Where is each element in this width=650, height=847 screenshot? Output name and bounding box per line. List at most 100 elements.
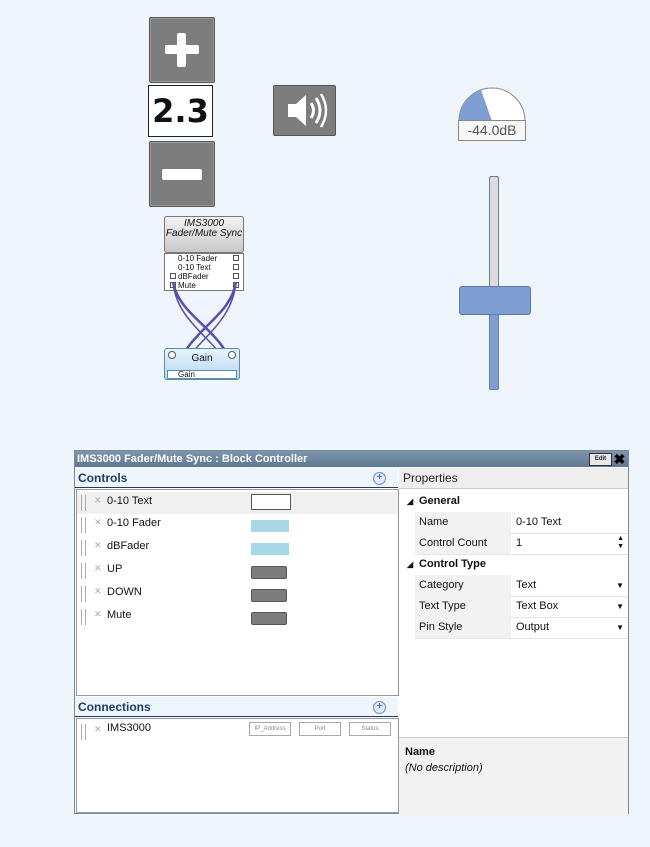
control-label: Mute [107,609,132,621]
property-row-text-type[interactable]: Text Type Text Box ▼ [415,596,628,618]
minus-icon [162,169,202,180]
control-row[interactable]: ✕ 0-10 Fader [77,514,398,536]
dropdown-arrow-icon[interactable]: ▼ [616,575,624,596]
description-title: Name [405,746,435,758]
connections-heading: Connections [75,697,398,717]
close-icon[interactable]: ✖ [613,451,626,467]
connection-row[interactable]: ✕ IMS3000 IP_Address Port Status [77,721,398,743]
remove-icon[interactable]: ✕ [94,609,102,620]
meter-readout: -44.0dB [458,120,526,141]
collapse-icon[interactable]: ◢ [407,491,413,512]
ip-address-field[interactable]: IP_Address [249,722,291,736]
property-row-name[interactable]: Name 0-10 Text [415,512,628,534]
block-controller-panel: IMS3000 Fader/Mute Sync : Block Controll… [74,450,629,814]
button-preview [251,589,287,602]
text-box-preview [251,494,291,510]
general-category[interactable]: ◢ General [399,491,628,512]
add-connection-icon[interactable]: + [373,701,386,714]
category-label: Control Type [419,558,487,570]
decrement-button[interactable] [149,141,215,207]
drag-handle-icon[interactable] [81,517,86,533]
speaker-icon [288,93,328,128]
control-count-value: 1 [516,537,523,549]
panel-title: IMS3000 Fader/Mute Sync : Block Controll… [77,453,308,465]
ims3000-block-title: IMS3000 Fader/Mute Sync [165,218,243,239]
control-label: UP [107,563,123,575]
spinner-icon[interactable]: ▲ ▼ [617,535,624,551]
properties-heading: Properties [399,468,628,489]
control-row[interactable]: ✕ 0-10 Text [77,492,398,514]
remove-icon[interactable]: ✕ [94,540,102,551]
mute-button[interactable] [273,85,336,136]
fader-track[interactable] [489,176,499,390]
pin-style-value: Output [516,621,550,633]
fader-track-unfilled [490,177,498,302]
gain-pin-row: Gain [167,370,237,379]
connections-heading-label: Connections [78,700,151,714]
control-row[interactable]: ✕ dBFader [77,537,398,559]
control-label: dBFader [107,540,150,552]
property-name: Pin Style [415,617,511,638]
gain-input-pin[interactable] [168,351,176,359]
controls-list: ✕ 0-10 Text ✕ 0-10 Fader ✕ dBFader ✕ UP … [76,489,399,696]
fader-preview [251,520,289,532]
pin-label: 0-10 Fader [178,254,218,263]
value-display: 2.3 [148,85,213,137]
remove-icon[interactable]: ✕ [94,563,102,574]
control-label: 0-10 Fader [107,517,161,529]
remove-icon[interactable]: ✕ [94,724,102,735]
control-row[interactable]: ✕ DOWN [77,583,398,605]
port-field[interactable]: Port [299,722,341,736]
remove-icon[interactable]: ✕ [94,586,102,597]
category-label: General [419,495,460,507]
property-row-pin-style[interactable]: Pin Style Output ▼ [415,617,628,639]
plus-icon-vertical [177,33,186,67]
collapse-icon[interactable]: ◢ [407,554,413,575]
text-type-value: Text Box [516,600,559,612]
control-type-category[interactable]: ◢ Control Type [399,554,628,575]
control-row[interactable]: ✕ UP [77,560,398,582]
property-row-control-count[interactable]: Control Count 1 ▲ ▼ [415,533,628,555]
description-box: Name (No description) [399,737,628,814]
drag-handle-icon[interactable] [81,586,86,602]
gain-pin-label: Gain [178,370,195,379]
pin-style-select[interactable]: Output ▼ [512,617,628,638]
category-value: Text [516,579,537,591]
button-preview [251,612,287,625]
property-name: Control Count [415,533,511,554]
gain-block[interactable]: Gain Gain [164,348,240,380]
increment-button[interactable] [149,17,215,83]
remove-icon[interactable]: ✕ [94,495,102,506]
fader-preview [251,543,289,555]
controls-heading: Controls [75,468,398,488]
dropdown-arrow-icon[interactable]: ▼ [616,596,624,617]
control-count-stepper[interactable]: 1 ▲ ▼ [512,533,628,554]
property-name: Text Type [415,596,511,617]
control-label: 0-10 Text [107,495,153,507]
drag-handle-icon[interactable] [81,563,86,579]
fader-handle[interactable] [459,286,531,315]
text-type-select[interactable]: Text Box ▼ [512,596,628,617]
drag-handle-icon[interactable] [81,724,86,740]
ims3000-block[interactable]: IMS3000 Fader/Mute Sync [164,216,244,253]
edit-button[interactable]: Edit [589,453,612,466]
drag-handle-icon[interactable] [81,609,86,625]
control-label: DOWN [107,586,142,598]
add-control-icon[interactable]: + [373,472,386,485]
output-pin[interactable] [233,255,239,261]
drag-handle-icon[interactable] [81,540,86,556]
level-meter [458,87,526,122]
property-row-category[interactable]: Category Text ▼ [415,575,628,597]
connection-label: IMS3000 [107,722,152,734]
status-field[interactable]: Status [349,722,391,736]
name-value-input[interactable]: 0-10 Text [512,512,628,533]
remove-icon[interactable]: ✕ [94,517,102,528]
dropdown-arrow-icon[interactable]: ▼ [616,617,624,638]
gain-output-pin[interactable] [228,351,236,359]
drag-handle-icon[interactable] [81,495,86,511]
controls-heading-label: Controls [78,471,128,485]
connections-list: ✕ IMS3000 IP_Address Port Status [76,718,399,813]
control-row[interactable]: ✕ Mute [77,606,398,628]
category-select[interactable]: Text ▼ [512,575,628,596]
description-text: (No description) [405,762,483,774]
